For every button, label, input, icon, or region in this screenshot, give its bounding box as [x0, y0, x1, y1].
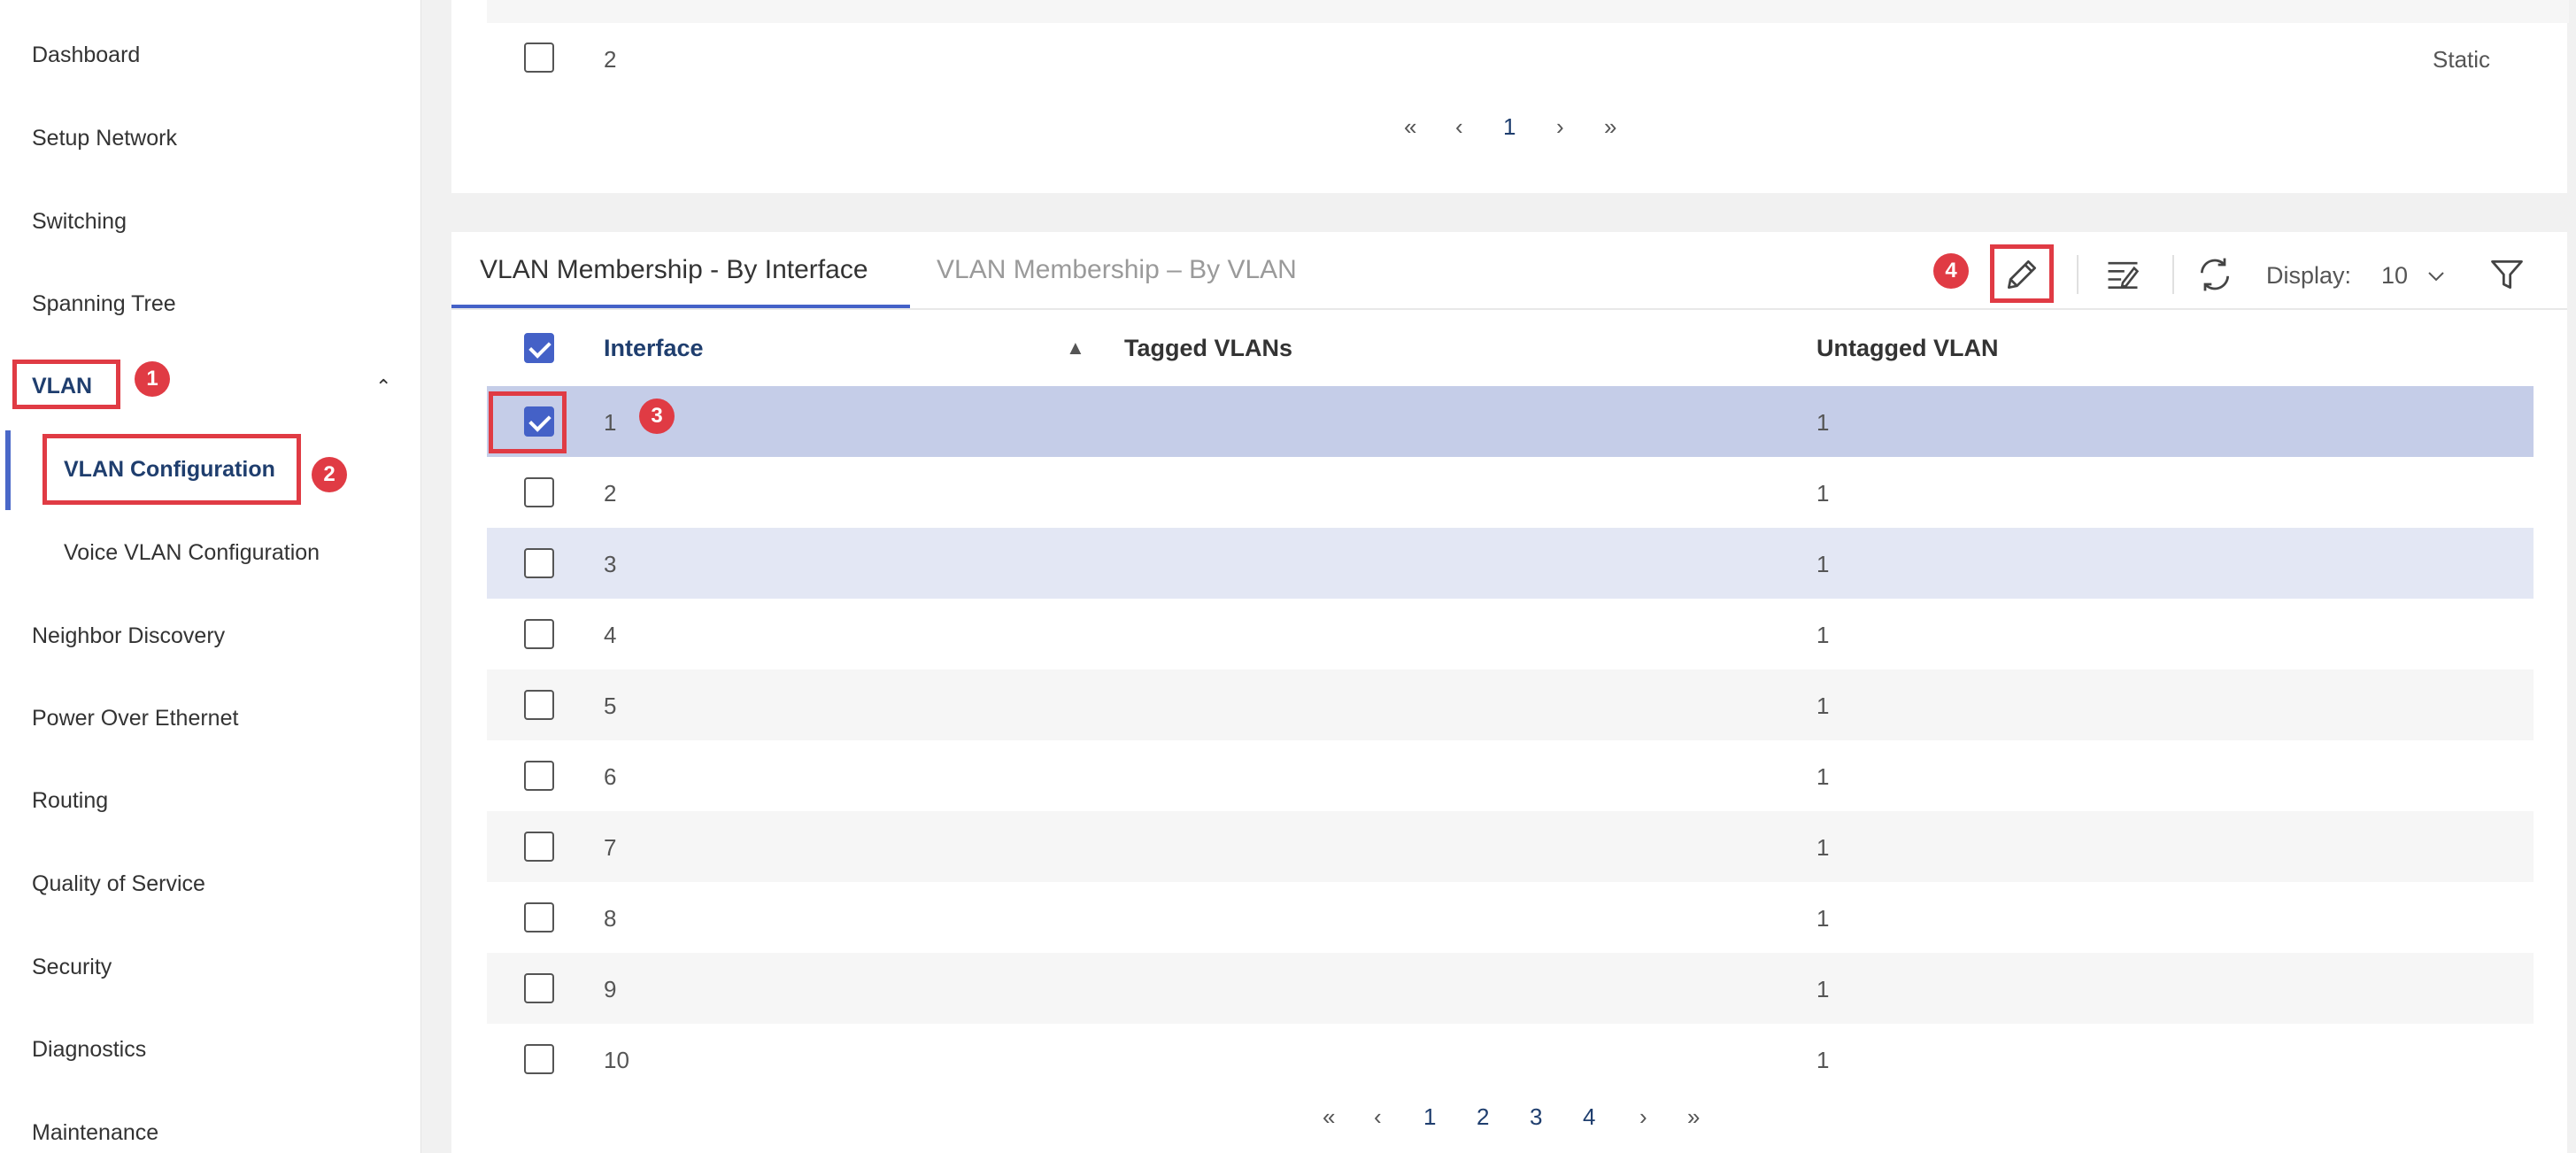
table-row[interactable]: 3 1: [487, 528, 2534, 599]
interface-cell: 4: [604, 622, 617, 648]
step-badge-3: 3: [639, 399, 675, 434]
sidebar-item-power-over-ethernet[interactable]: Power Over Ethernet: [32, 706, 238, 731]
row-checkbox[interactable]: [524, 1044, 554, 1074]
interface-cell: 7: [604, 834, 617, 861]
untagged-vlan-cell: 1: [1816, 905, 1830, 932]
display-label: Display:: [2266, 262, 2352, 289]
edit-list-icon[interactable]: [2103, 255, 2142, 294]
row-checkbox[interactable]: [524, 43, 554, 73]
toolbar-divider: [2172, 255, 2174, 294]
table-row[interactable]: 1 1: [487, 386, 2534, 457]
column-header-untagged-vlan[interactable]: Untagged VLAN: [1816, 335, 1999, 362]
pager-first[interactable]: «: [1323, 1103, 1335, 1131]
untagged-vlan-cell: 1: [1816, 976, 1830, 1002]
untagged-vlan-cell: 1: [1816, 622, 1830, 648]
chevron-up-icon[interactable]: ⌃: [375, 375, 391, 399]
highlight-box-vlan: [12, 360, 120, 409]
untagged-vlan-cell: 1: [1816, 480, 1830, 507]
interface-cell: 10: [604, 1047, 629, 1073]
pencil-icon[interactable]: [2002, 255, 2041, 294]
untagged-vlan-cell: 1: [1816, 834, 1830, 861]
highlight-box-vlan-configuration: [42, 434, 301, 505]
highlight-box-row-checkbox: [489, 391, 567, 453]
row-checkbox[interactable]: [524, 690, 554, 720]
filter-icon[interactable]: [2487, 255, 2526, 294]
vlan-type-cell: Static: [2433, 46, 2491, 73]
interface-cell: 1: [604, 409, 617, 436]
chevron-down-icon[interactable]: [2426, 267, 2447, 285]
untagged-vlan-cell: 1: [1816, 1047, 1830, 1073]
interface-cell: 8: [604, 905, 617, 932]
pager-next[interactable]: ›: [1556, 113, 1564, 141]
column-header-tagged-vlans[interactable]: Tagged VLANs: [1124, 335, 1292, 362]
refresh-icon[interactable]: [2195, 255, 2234, 294]
tab-membership-by-vlan[interactable]: VLAN Membership – By VLAN: [937, 255, 1297, 285]
step-badge-2: 2: [312, 457, 347, 492]
pager-prev[interactable]: ‹: [1374, 1103, 1382, 1131]
pager-page-2[interactable]: 2: [1477, 1103, 1489, 1131]
pager-page-3[interactable]: 3: [1530, 1103, 1542, 1131]
row-checkbox[interactable]: [524, 902, 554, 932]
interface-cell: 9: [604, 976, 617, 1002]
interface-cell: 6: [604, 763, 617, 790]
pager-first[interactable]: «: [1404, 113, 1416, 141]
sort-ascending-icon[interactable]: ▲: [1066, 337, 1085, 360]
untagged-vlan-cell: 1: [1816, 763, 1830, 790]
interface-cell: 5: [604, 693, 617, 719]
toolbar-divider: [2077, 255, 2079, 294]
step-badge-4: 4: [1933, 253, 1969, 289]
interface-cell: 3: [604, 551, 617, 577]
sidebar: Dashboard Setup Network Switching Spanni…: [0, 0, 421, 1153]
tab-membership-by-interface[interactable]: VLAN Membership - By Interface: [480, 255, 868, 285]
table-row[interactable]: 7 1: [487, 811, 2534, 882]
sidebar-item-spanning-tree[interactable]: Spanning Tree: [32, 291, 176, 317]
row-checkbox[interactable]: [524, 548, 554, 578]
sidebar-item-diagnostics[interactable]: Diagnostics: [32, 1037, 146, 1063]
table-row[interactable]: 2 1: [487, 457, 2534, 528]
display-count-select[interactable]: 10: [2381, 262, 2408, 290]
select-all-checkbox[interactable]: [524, 333, 554, 363]
table-row[interactable]: 6 1: [487, 740, 2534, 811]
pager-next[interactable]: ›: [1639, 1103, 1647, 1131]
interface-cell: 2: [604, 480, 617, 507]
pager-prev[interactable]: ‹: [1455, 113, 1463, 141]
step-badge-1: 1: [135, 361, 170, 397]
table-row[interactable]: 9 1: [487, 953, 2534, 1024]
pager-last[interactable]: »: [1604, 113, 1616, 141]
vlan-id-cell: 2: [604, 46, 617, 73]
row-checkbox[interactable]: [524, 477, 554, 507]
pager-page-1[interactable]: 1: [1503, 113, 1516, 141]
untagged-vlan-cell: 1: [1816, 551, 1830, 577]
active-indicator: [5, 430, 11, 510]
active-tab-underline: [451, 305, 910, 308]
sidebar-item-quality-of-service[interactable]: Quality of Service: [32, 871, 205, 897]
sidebar-item-security[interactable]: Security: [32, 955, 112, 980]
column-header-interface[interactable]: Interface: [604, 335, 704, 362]
table-row[interactable]: 8 1: [487, 882, 2534, 953]
sidebar-item-maintenance[interactable]: Maintenance: [32, 1120, 158, 1146]
row-checkbox[interactable]: [524, 619, 554, 649]
untagged-vlan-cell: 1: [1816, 693, 1830, 719]
pager-last[interactable]: »: [1687, 1103, 1700, 1131]
untagged-vlan-cell: 1: [1816, 409, 1830, 436]
sidebar-item-routing[interactable]: Routing: [32, 788, 108, 814]
sidebar-item-neighbor-discovery[interactable]: Neighbor Discovery: [32, 623, 225, 649]
sidebar-item-dashboard[interactable]: Dashboard: [32, 43, 140, 68]
vlan-table-panel: 2 Static « ‹ 1 › »: [451, 0, 2569, 193]
vlan-membership-panel: VLAN Membership - By Interface VLAN Memb…: [451, 232, 2567, 1153]
table-row[interactable]: 5 1: [487, 669, 2534, 740]
row-checkbox[interactable]: [524, 761, 554, 791]
sidebar-item-switching[interactable]: Switching: [32, 209, 127, 235]
pager-page-4[interactable]: 4: [1583, 1103, 1595, 1131]
row-checkbox[interactable]: [524, 832, 554, 862]
table-row[interactable]: 4 1: [487, 599, 2534, 669]
sidebar-item-setup-network[interactable]: Setup Network: [32, 126, 177, 151]
pager-page-1[interactable]: 1: [1423, 1103, 1436, 1131]
table-row-partial: [487, 0, 2569, 23]
table-row[interactable]: 10 1: [487, 1024, 2534, 1095]
row-checkbox[interactable]: [524, 973, 554, 1003]
tab-divider: [451, 308, 2567, 310]
sidebar-item-voice-vlan-configuration[interactable]: Voice VLAN Configuration: [64, 540, 320, 566]
